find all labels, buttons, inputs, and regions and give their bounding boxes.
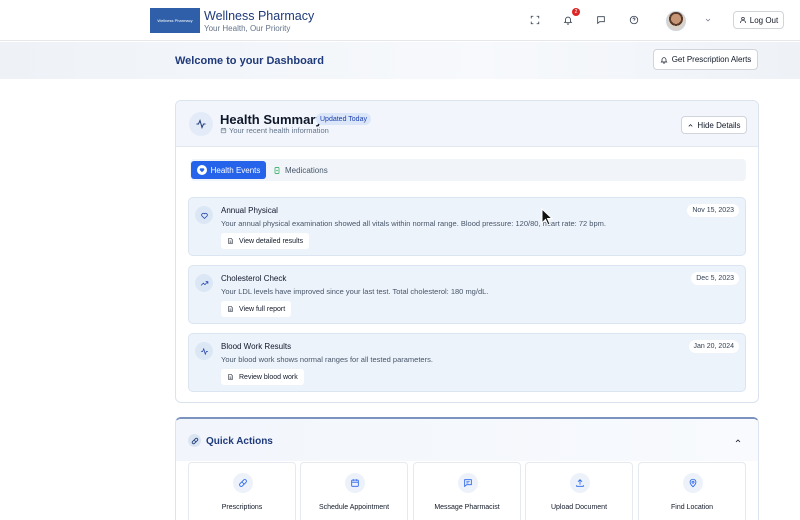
health-event-card: Blood Work Results Jan 20, 2024 Your blo… xyxy=(188,333,746,392)
document-icon xyxy=(228,374,233,380)
view-full-report-button[interactable]: View full report xyxy=(221,301,292,317)
document-icon xyxy=(228,238,233,244)
alerts-button-label: Get Prescription Alerts xyxy=(671,55,752,64)
logo-text: Wellness Pharmacy xyxy=(157,18,193,23)
brand-title: Wellness Pharmacy xyxy=(204,9,315,23)
calendar-icon xyxy=(345,473,365,493)
chevron-up-icon xyxy=(688,123,693,127)
fullscreen-icon[interactable] xyxy=(528,13,542,27)
activity-icon xyxy=(195,342,213,360)
map-pin-icon xyxy=(683,473,703,493)
event-date: Nov 15, 2023 xyxy=(687,204,739,217)
event-date: Jan 20, 2024 xyxy=(688,340,739,353)
event-link-label: View detailed results xyxy=(239,237,304,245)
event-title: Annual Physical xyxy=(221,206,278,215)
chevron-down-icon[interactable] xyxy=(701,13,715,27)
pulse-icon xyxy=(189,112,213,136)
upload-icon xyxy=(570,473,590,493)
heart-circle-icon xyxy=(196,165,207,175)
welcome-banner: Welcome to your Dashboard Get Prescripti… xyxy=(0,42,800,79)
user-avatar[interactable] xyxy=(666,11,686,31)
health-summary-header: Health Summary Updated Today Your recent… xyxy=(176,101,758,147)
event-title: Cholesterol Check xyxy=(221,274,287,283)
tab-medications-label: Medications xyxy=(285,165,328,175)
event-title: Blood Work Results xyxy=(221,342,292,351)
heart-icon xyxy=(195,206,213,224)
health-event-card: Cholesterol Check Dec 5, 2023 Your LDL l… xyxy=(188,265,746,324)
quick-action-upload-document[interactable]: Upload Document xyxy=(525,462,633,520)
mouse-cursor-icon xyxy=(541,208,553,226)
help-icon[interactable] xyxy=(627,13,641,27)
tab-health-events[interactable]: Health Events xyxy=(191,161,266,179)
brand-tagline: Your Health, Our Priority xyxy=(204,24,291,33)
quick-action-label: Find Location xyxy=(670,504,714,511)
notification-badge: 2 xyxy=(572,8,580,16)
review-blood-work-button[interactable]: Review blood work xyxy=(221,369,304,385)
health-tabs: Health Events Medications xyxy=(190,159,746,181)
hide-details-label: Hide Details xyxy=(697,120,741,130)
quick-action-label: Message Pharmacist xyxy=(434,504,500,511)
event-link-label: View full report xyxy=(239,305,286,313)
health-event-card: Annual Physical Nov 15, 2023 Your annual… xyxy=(188,197,746,256)
quick-action-prescriptions[interactable]: Prescriptions xyxy=(188,462,296,520)
health-summary-subtitle: Your recent health information xyxy=(220,126,329,135)
quick-actions-header[interactable]: Quick Actions xyxy=(176,419,758,461)
pill-bottle-icon xyxy=(274,166,280,174)
quick-action-message-pharmacist[interactable]: Message Pharmacist xyxy=(413,462,521,520)
tab-health-events-label: Health Events xyxy=(210,165,261,175)
message-icon xyxy=(458,473,478,493)
view-detailed-results-button[interactable]: View detailed results xyxy=(221,233,310,249)
prescription-alerts-button[interactable]: Get Prescription Alerts xyxy=(653,49,758,70)
quick-action-label: Prescriptions xyxy=(221,504,263,511)
calendar-icon xyxy=(220,127,227,134)
logout-button[interactable]: Log Out xyxy=(733,11,784,29)
health-summary-title: Health Summary xyxy=(220,112,323,127)
user-icon xyxy=(739,17,746,24)
quick-action-label: Upload Document xyxy=(550,504,608,511)
tab-medications[interactable]: Medications xyxy=(273,161,328,179)
page-title: Welcome to your Dashboard xyxy=(175,55,324,67)
event-description: Your blood work shows normal ranges for … xyxy=(221,355,433,364)
quick-action-find-location[interactable]: Find Location xyxy=(638,462,746,520)
chevron-up-icon[interactable] xyxy=(732,435,744,447)
health-summary-subtitle-text: Your recent health information xyxy=(229,126,329,135)
pill-icon xyxy=(233,473,253,493)
quick-actions-title: Quick Actions xyxy=(206,436,273,447)
chat-icon[interactable] xyxy=(594,13,608,27)
bell-icon xyxy=(660,56,668,64)
quick-action-schedule-appointment[interactable]: Schedule Appointment xyxy=(300,462,408,520)
quick-actions-card: Quick Actions Prescriptions Schedule App… xyxy=(175,417,759,520)
event-date: Dec 5, 2023 xyxy=(691,272,739,285)
logo[interactable]: Wellness Pharmacy xyxy=(150,8,200,33)
top-navbar: Wellness Pharmacy Wellness Pharmacy Your… xyxy=(0,0,800,41)
health-summary-card: Health Summary Updated Today Your recent… xyxy=(175,100,759,403)
pill-icon xyxy=(188,434,201,447)
quick-action-label: Schedule Appointment xyxy=(318,504,390,511)
event-description: Your LDL levels have improved since your… xyxy=(221,287,489,296)
trending-up-icon xyxy=(195,274,213,292)
logout-label: Log Out xyxy=(749,15,779,25)
document-icon xyxy=(228,306,233,312)
event-link-label: Review blood work xyxy=(239,373,298,381)
hide-details-button[interactable]: Hide Details xyxy=(681,116,747,134)
updated-badge: Updated Today xyxy=(316,113,371,125)
